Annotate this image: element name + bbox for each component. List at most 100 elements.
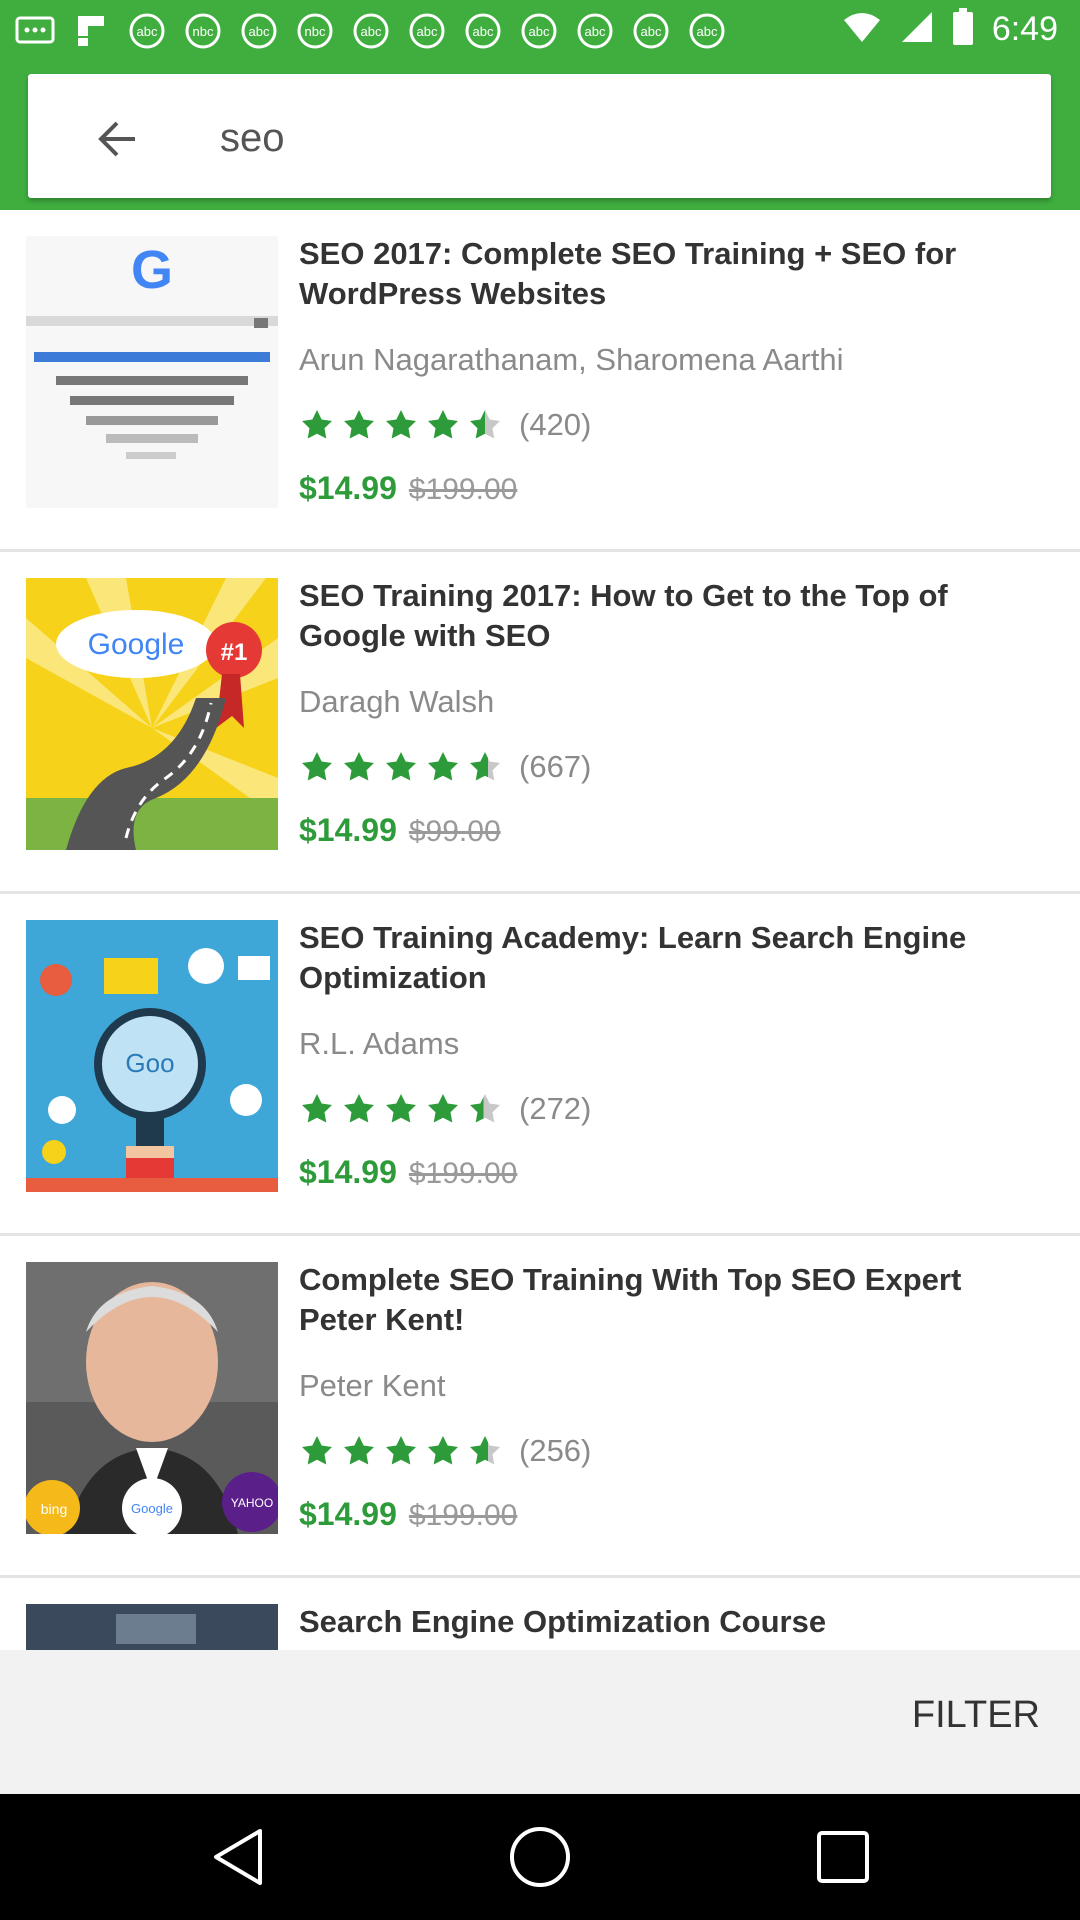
course-title: SEO Training 2017: How to Get to the Top…: [299, 578, 948, 653]
half-star-icon: [470, 752, 500, 781]
search-box: [28, 74, 1051, 198]
star-icon: [344, 1436, 374, 1465]
review-count: (256): [519, 1433, 592, 1468]
notification-icons: abc nbc abc nbc abc abc abc abc abc abc …: [14, 10, 728, 52]
original-price: $199.00: [408, 1499, 518, 1532]
course-thumbnail: Goo: [26, 920, 278, 1192]
star-icon: [302, 1094, 332, 1123]
star-icon: [302, 410, 332, 439]
star-icon: [344, 1094, 374, 1123]
svg-text:abc: abc: [361, 24, 382, 39]
star-icon: [344, 752, 374, 781]
original-price: $199.00: [408, 473, 518, 506]
svg-text:abc: abc: [137, 24, 158, 39]
browser-icon: abc: [462, 10, 504, 52]
sale-price: $14.99: [299, 1496, 397, 1532]
message-icon: [14, 10, 56, 52]
browser-icon: abc: [238, 10, 280, 52]
back-triangle-icon: [214, 1829, 262, 1885]
svg-text:abc: abc: [473, 24, 494, 39]
star-icon: [344, 410, 374, 439]
svg-text:nbc: nbc: [305, 24, 326, 39]
star-icon: [386, 752, 416, 781]
course-info: Search Engine Optimization Course: [299, 1602, 1029, 1642]
star-icon: [386, 1094, 416, 1123]
course-info: SEO 2017: Complete SEO Training + SEO fo…: [299, 234, 1029, 512]
svg-text:#1: #1: [221, 639, 248, 666]
course-author: Arun Nagarathanam, Sharomena Aarthi: [299, 342, 844, 377]
back-arrow-icon: [98, 121, 135, 157]
course-author: Daragh Walsh: [299, 684, 495, 719]
course-prices: $14.99 $99.00: [299, 812, 1029, 854]
course-item[interactable]: Search Engine Optimization Course: [0, 1578, 1080, 1650]
signal-icon: [900, 10, 934, 49]
star-icon: [386, 410, 416, 439]
browser-icon: nbc: [294, 10, 336, 52]
review-count: (272): [519, 1091, 592, 1126]
svg-text:abc: abc: [697, 24, 718, 39]
star-icon: [302, 1436, 332, 1465]
browser-icon: abc: [630, 10, 672, 52]
svg-text:Google: Google: [88, 628, 185, 661]
star-icon: [428, 752, 458, 781]
course-prices: $14.99 $199.00: [299, 1496, 1029, 1538]
course-thumbnail: Google #1: [26, 578, 278, 850]
half-star-icon: [470, 410, 500, 439]
review-count: (420): [519, 407, 592, 442]
course-thumbnail: G: [26, 236, 278, 508]
back-button[interactable]: [80, 102, 154, 176]
wifi-icon: [842, 10, 882, 49]
navigation-bar: [0, 1794, 1080, 1920]
course-item[interactable]: Goo SEO Training Academy: Learn Search E…: [0, 894, 1080, 1236]
recents-nav-button[interactable]: [810, 1824, 876, 1890]
original-price: $199.00: [408, 1157, 518, 1190]
course-info: SEO Training Academy: Learn Search Engin…: [299, 918, 1029, 1196]
course-title: Complete SEO Training With Top SEO Exper…: [299, 1262, 962, 1337]
star-rating: [299, 749, 503, 785]
course-author: Peter Kent: [299, 1368, 446, 1403]
star-icon: [428, 410, 458, 439]
course-info: Complete SEO Training With Top SEO Exper…: [299, 1260, 1029, 1538]
course-title: Search Engine Optimization Course: [299, 1604, 827, 1639]
flipboard-icon: [70, 10, 112, 52]
battery-icon: [952, 8, 974, 51]
browser-icon: abc: [350, 10, 392, 52]
svg-text:abc: abc: [641, 24, 662, 39]
course-thumbnail: bing Google YAHOO: [26, 1262, 278, 1534]
svg-text:Google: Google: [131, 1501, 173, 1516]
browser-icon: abc: [686, 10, 728, 52]
back-nav-button[interactable]: [204, 1824, 270, 1890]
course-author: R.L. Adams: [299, 1026, 460, 1061]
course-list: G SEO 2017: Complete SEO Training + SEO …: [0, 210, 1080, 1650]
sale-price: $14.99: [299, 1154, 397, 1190]
sale-price: $14.99: [299, 470, 397, 506]
star-icon: [428, 1436, 458, 1465]
browser-icon: abc: [574, 10, 616, 52]
review-count: (667): [519, 749, 592, 784]
course-rating: (256): [299, 1430, 1029, 1472]
star-rating: [299, 407, 503, 443]
home-circle-icon: [510, 1827, 570, 1887]
course-item[interactable]: G SEO 2017: Complete SEO Training + SEO …: [0, 210, 1080, 552]
course-thumbnail: [26, 1604, 278, 1650]
svg-text:YAHOO: YAHOO: [231, 1496, 273, 1510]
browser-icon: abc: [406, 10, 448, 52]
course-item[interactable]: Google #1 SEO Training 2017: How to Get …: [0, 552, 1080, 894]
star-rating: [299, 1433, 503, 1469]
home-nav-button[interactable]: [507, 1824, 573, 1890]
half-star-icon: [470, 1436, 500, 1465]
app-header: [0, 62, 1080, 210]
course-rating: (272): [299, 1088, 1029, 1130]
course-info: SEO Training 2017: How to Get to the Top…: [299, 576, 1029, 854]
recents-square-icon: [817, 1831, 869, 1883]
search-input[interactable]: [218, 102, 1022, 174]
star-icon: [386, 1436, 416, 1465]
svg-text:abc: abc: [417, 24, 438, 39]
course-prices: $14.99 $199.00: [299, 1154, 1029, 1196]
course-rating: (420): [299, 404, 1029, 446]
browser-icon: nbc: [182, 10, 224, 52]
browser-icon: abc: [126, 10, 168, 52]
filter-button[interactable]: FILTER: [912, 1694, 1040, 1737]
status-bar: abc nbc abc nbc abc abc abc abc abc abc …: [0, 0, 1080, 62]
course-item[interactable]: bing Google YAHOO Complete SEO Training …: [0, 1236, 1080, 1578]
